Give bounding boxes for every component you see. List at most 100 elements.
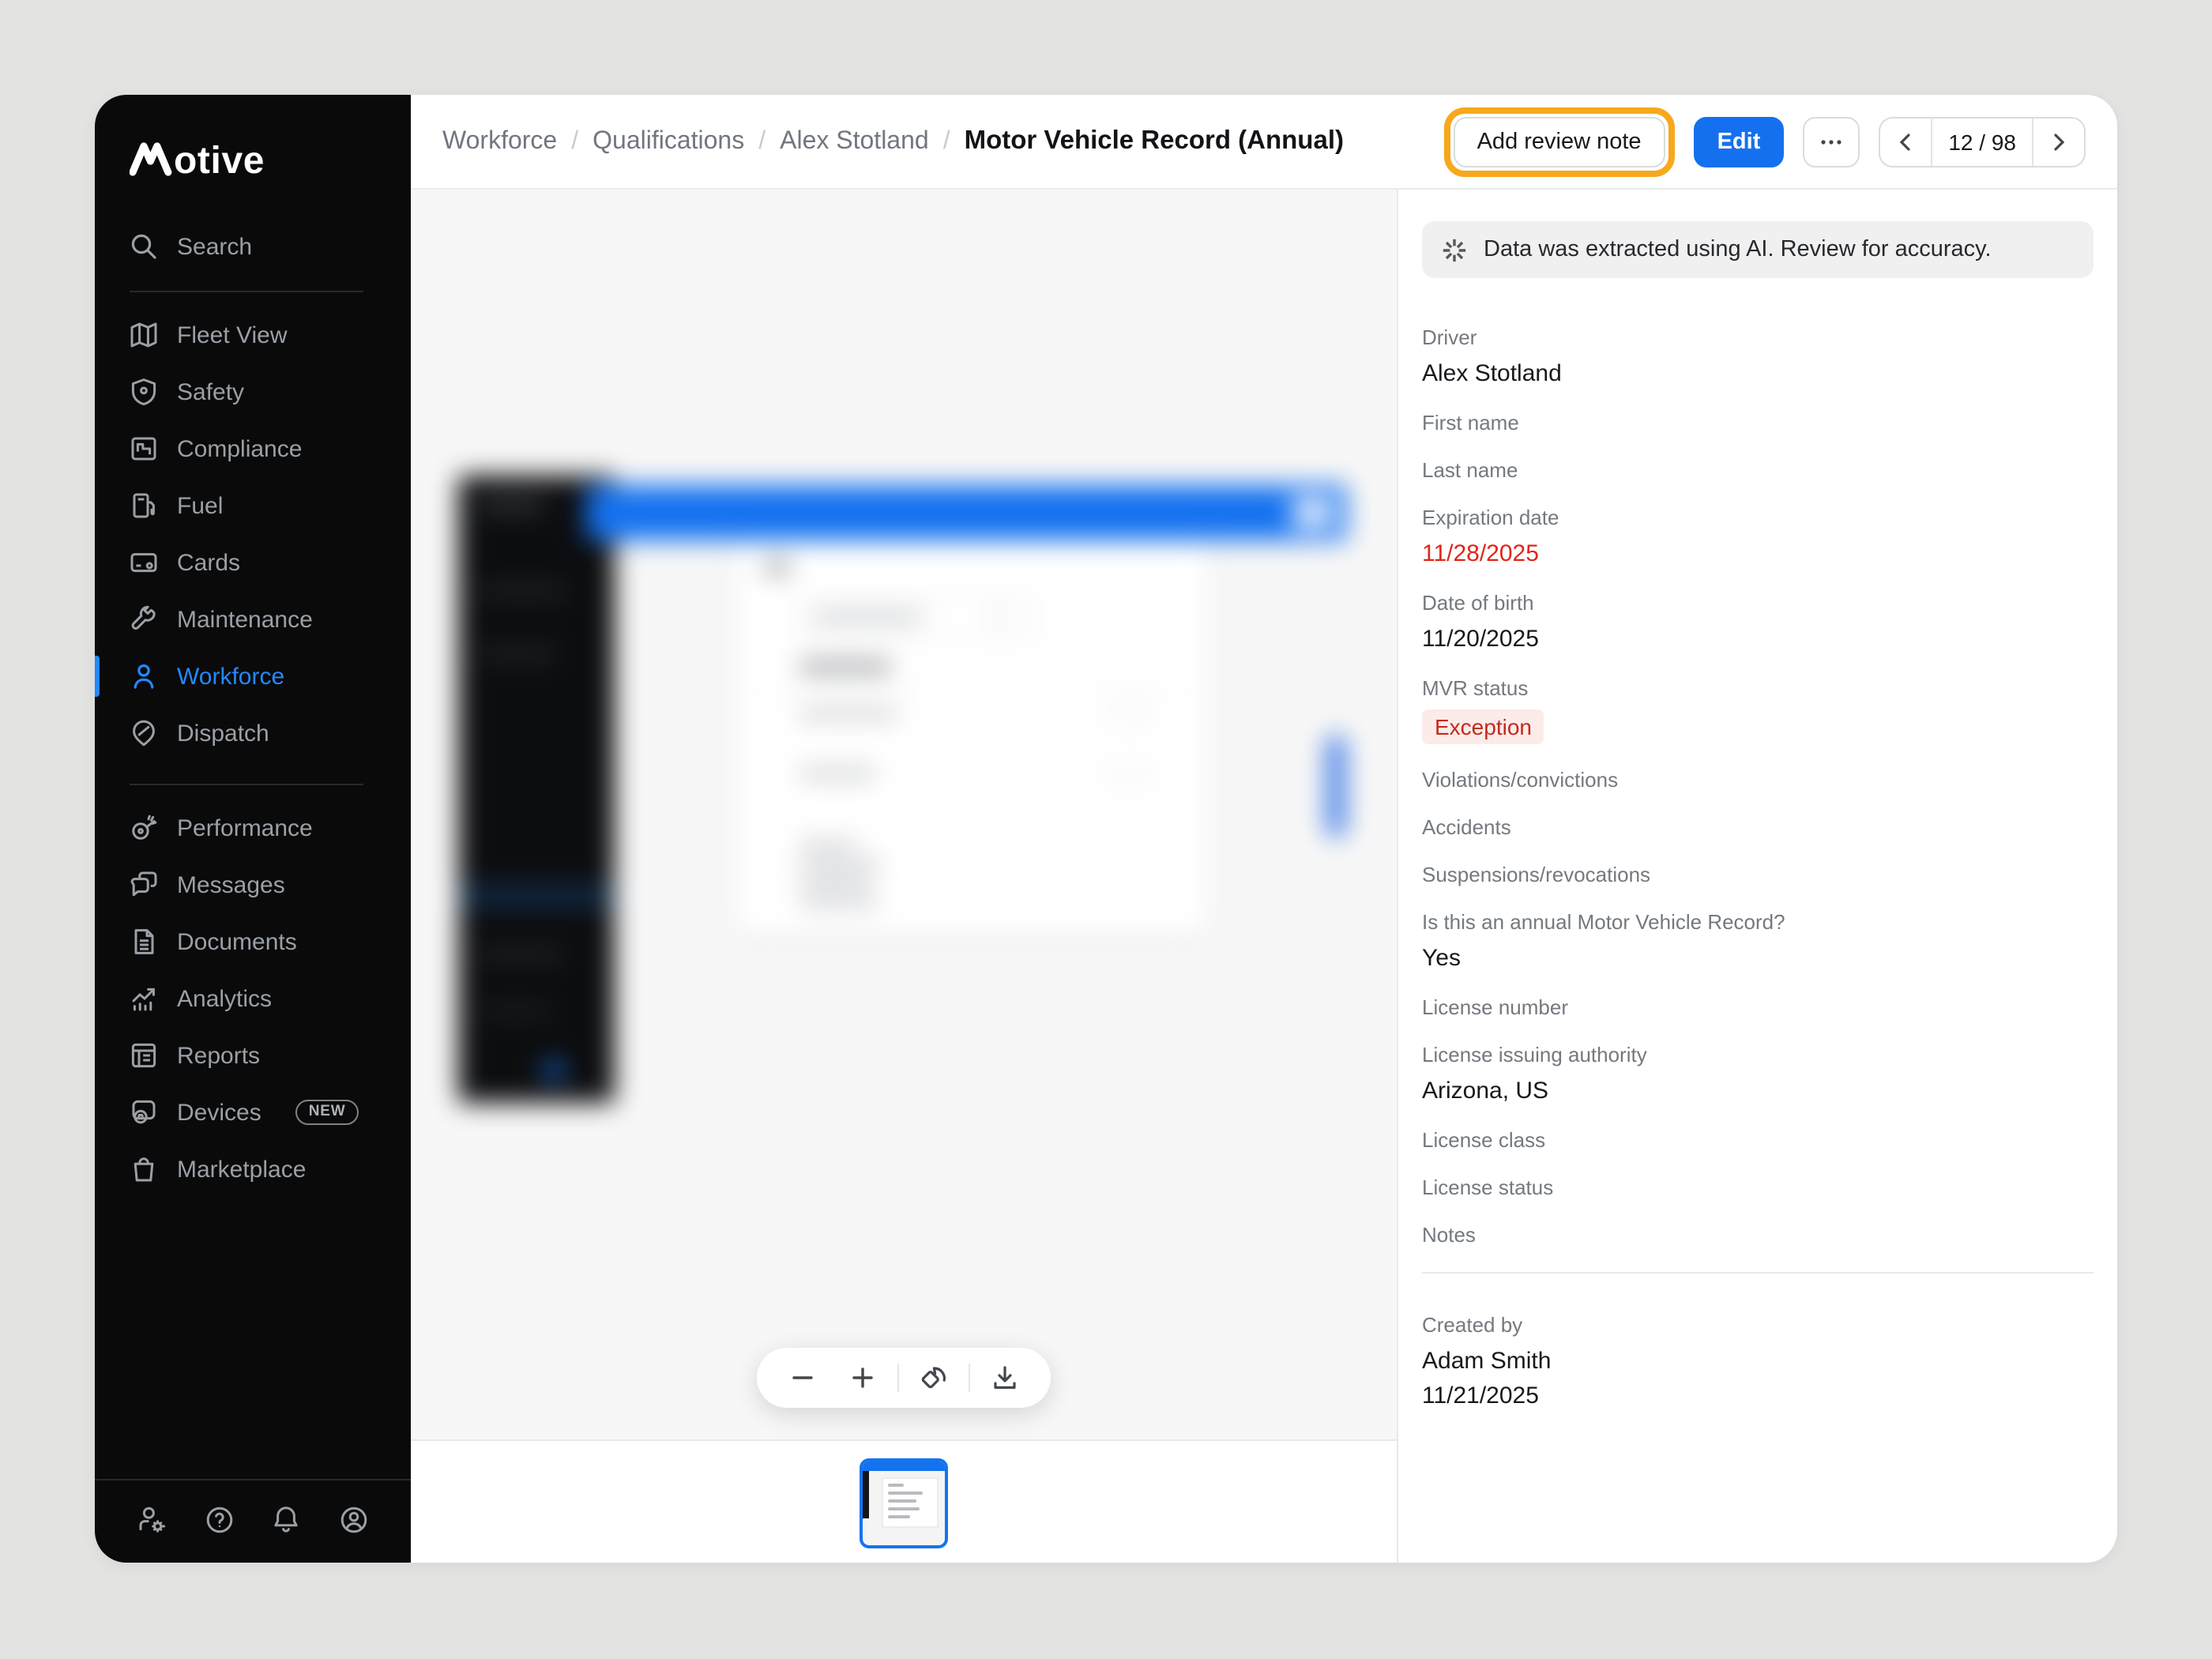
document-viewer[interactable]	[411, 190, 1398, 1563]
created-date: 11/21/2025	[1422, 1382, 2094, 1409]
add-review-note-button[interactable]: Add review note	[1454, 116, 1665, 167]
status-badge-exception: Exception	[1422, 709, 1544, 744]
sidebar-item-label: Maintenance	[177, 606, 313, 633]
sidebar-item-label: Documents	[177, 928, 297, 955]
sidebar-item-safety[interactable]: Safety	[95, 363, 411, 420]
field-driver: Driver Alex Stotland	[1422, 327, 2094, 387]
sidebar-spacer	[95, 1198, 411, 1479]
field-label: Suspensions/revocations	[1422, 864, 2094, 886]
blurred-doc-sidebar	[458, 476, 615, 1103]
sidebar-item-compliance[interactable]: Compliance	[95, 420, 411, 477]
search-icon	[130, 232, 158, 261]
download-button[interactable]	[975, 1348, 1035, 1408]
account-icon[interactable]	[338, 1504, 370, 1536]
field-label: Expiration date	[1422, 507, 2094, 529]
sidebar-item-marketplace[interactable]: Marketplace	[95, 1141, 411, 1198]
next-page-button[interactable]	[2033, 118, 2084, 165]
zoom-in-button[interactable]	[833, 1348, 893, 1408]
document-pager: 12 / 98	[1879, 116, 2086, 167]
field-label: Is this an annual Motor Vehicle Record?	[1422, 912, 2094, 934]
more-actions-button[interactable]	[1803, 116, 1860, 167]
sidebar-item-workforce[interactable]: Workforce	[95, 648, 411, 705]
toolbar-separator	[969, 1364, 970, 1392]
field-last-name: Last name	[1422, 460, 2094, 482]
field-label: First name	[1422, 412, 2094, 434]
blurred-doc-side-button	[1327, 736, 1345, 836]
field-value: 11/20/2025	[1422, 626, 2094, 653]
sidebar-item-messages[interactable]: Messages	[95, 856, 411, 913]
ellipsis-icon	[1819, 129, 1844, 154]
breadcrumb-qualifications[interactable]: Qualifications	[592, 127, 744, 156]
sidebar-item-maintenance[interactable]: Maintenance	[95, 591, 411, 648]
field-label: Date of birth	[1422, 592, 2094, 615]
ai-banner-text: Data was extracted using AI. Review for …	[1484, 237, 1992, 262]
field-value-expiration: 11/28/2025	[1422, 540, 2094, 567]
sidebar-item-reports[interactable]: Reports	[95, 1027, 411, 1084]
sidebar-item-performance[interactable]: Performance	[95, 799, 411, 856]
sidebar-item-fleet-view[interactable]: Fleet View	[95, 307, 411, 363]
report-icon	[130, 1041, 158, 1070]
sidebar-item-analytics[interactable]: Analytics	[95, 970, 411, 1027]
minus-icon	[788, 1364, 817, 1392]
field-license-issuing-authority: License issuing authority Arizona, US	[1422, 1044, 2094, 1104]
admin-user-gear-icon[interactable]	[136, 1504, 167, 1536]
sidebar-item-label: Devices	[177, 1099, 261, 1126]
field-value: Yes	[1422, 945, 2094, 972]
dispatch-pin-icon	[130, 719, 158, 747]
ai-banner: Data was extracted using AI. Review for …	[1422, 221, 2094, 278]
sidebar-item-documents[interactable]: Documents	[95, 913, 411, 970]
field-label: Accidents	[1422, 817, 2094, 839]
previous-page-button[interactable]	[1880, 118, 1931, 165]
rotate-icon	[919, 1363, 949, 1393]
topbar-actions: Add review note Edit	[1444, 107, 2086, 176]
sidebar: otive Search Fleet	[95, 95, 411, 1563]
sidebar-item-label: Cards	[177, 549, 240, 576]
main-area: Workforce / Qualifications / Alex Stotla…	[411, 95, 2117, 1563]
sidebar-item-label: Reports	[177, 1042, 260, 1069]
credit-card-icon	[130, 548, 158, 577]
breadcrumb-separator: /	[758, 127, 766, 156]
analytics-chart-icon	[130, 984, 158, 1013]
field-label: MVR status	[1422, 678, 2094, 700]
sidebar-bottom-bar	[95, 1480, 411, 1563]
field-annual-mvr: Is this an annual Motor Vehicle Record? …	[1422, 912, 2094, 972]
page-thumbnail[interactable]	[860, 1458, 948, 1548]
field-label: License status	[1422, 1177, 2094, 1199]
field-license-status: License status	[1422, 1177, 2094, 1199]
field-mvr-status: MVR status Exception	[1422, 678, 2094, 744]
field-label: Last name	[1422, 460, 2094, 482]
sidebar-search[interactable]: Search	[95, 218, 411, 275]
field-value: Alex Stotland	[1422, 360, 2094, 387]
field-value: Arizona, US	[1422, 1078, 2094, 1104]
blurred-doc-header-bar	[586, 485, 1346, 540]
breadcrumb-workforce[interactable]: Workforce	[442, 127, 557, 156]
zoom-out-button[interactable]	[773, 1348, 833, 1408]
help-icon[interactable]	[203, 1504, 235, 1536]
ai-sparkle-icon	[1441, 236, 1468, 263]
chevron-right-icon	[2048, 130, 2070, 152]
details-panel: Data was extracted using AI. Review for …	[1398, 190, 2117, 1563]
shopping-bag-icon	[130, 1155, 158, 1183]
sidebar-search-label: Search	[177, 233, 252, 260]
field-license-class: License class	[1422, 1130, 2094, 1152]
svg-text:otive: otive	[174, 140, 265, 180]
rotate-button[interactable]	[904, 1348, 964, 1408]
field-label: License issuing authority	[1422, 1044, 2094, 1066]
sidebar-item-label: Analytics	[177, 985, 272, 1012]
sidebar-item-dispatch[interactable]: Dispatch	[95, 705, 411, 762]
breadcrumb-driver[interactable]: Alex Stotland	[780, 127, 929, 156]
breadcrumb: Workforce / Qualifications / Alex Stotla…	[442, 126, 1344, 156]
sidebar-item-fuel[interactable]: Fuel	[95, 477, 411, 534]
sidebar-item-label: Messages	[177, 871, 285, 898]
edit-button[interactable]: Edit	[1694, 116, 1785, 167]
blurred-doc-form	[736, 544, 1207, 934]
app-window: otive Search Fleet	[95, 95, 2117, 1563]
sidebar-item-label: Compliance	[177, 435, 302, 462]
new-badge: NEW	[296, 1100, 359, 1125]
compliance-icon	[130, 434, 158, 463]
notifications-bell-icon[interactable]	[271, 1504, 303, 1536]
sidebar-item-cards[interactable]: Cards	[95, 534, 411, 591]
created-by-label: Created by	[1422, 1315, 2094, 1337]
sidebar-item-devices[interactable]: Devices NEW	[95, 1084, 411, 1141]
screen: otive Search Fleet	[0, 0, 2212, 1659]
